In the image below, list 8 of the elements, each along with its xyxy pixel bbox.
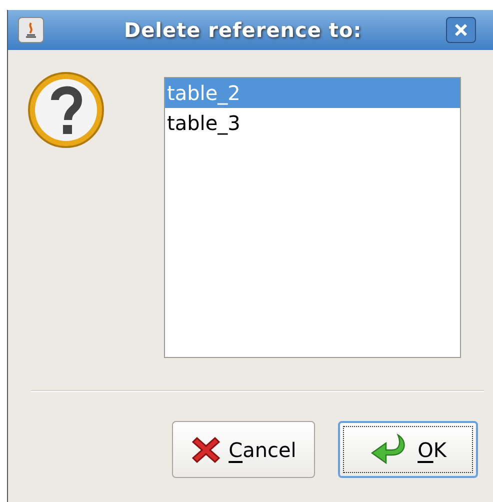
list-item[interactable]: table_3 bbox=[165, 108, 460, 138]
app-icon bbox=[18, 17, 44, 43]
cancel-button[interactable]: Cancel bbox=[172, 421, 315, 478]
close-icon bbox=[454, 23, 468, 37]
window-title: Delete reference to: bbox=[124, 17, 362, 44]
close-x-icon bbox=[190, 434, 221, 464]
ok-button[interactable]: OK bbox=[338, 421, 478, 478]
close-button[interactable] bbox=[446, 17, 476, 43]
